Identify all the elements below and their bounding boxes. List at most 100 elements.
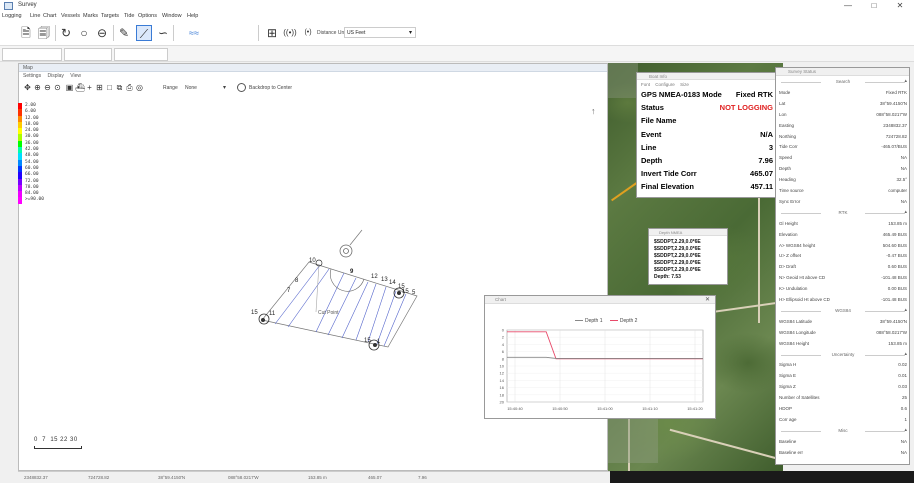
status-row: Gl Height 153.85 m	[779, 220, 907, 228]
tab-box-1[interactable]	[2, 48, 62, 61]
corner-label-left-b: 11	[269, 311, 276, 317]
status-lat: 38°59.4150'N	[158, 475, 186, 480]
menu-tide[interactable]: Tide	[124, 13, 135, 19]
line-label-8: 8	[295, 278, 299, 284]
menu-vessels[interactable]: Vessels	[61, 13, 80, 19]
line-tool-icon[interactable]: ⟋	[136, 25, 152, 41]
distance-unit-select[interactable]: US Feet ▾	[344, 27, 416, 38]
nmea-depth: Depth: 7.53	[654, 274, 681, 280]
menu-logging[interactable]: Logging	[2, 13, 22, 19]
menu-line[interactable]: Line	[30, 13, 40, 19]
menu-targets[interactable]: Targets	[101, 13, 119, 19]
collapse-icon[interactable]: ▴	[904, 78, 907, 84]
road	[669, 428, 777, 460]
status-row: Corr age 1	[779, 416, 907, 424]
collapse-icon[interactable]: ▴	[904, 351, 907, 357]
line-label-9: 9	[350, 269, 354, 275]
tab-box-2[interactable]	[64, 48, 112, 61]
line-label-12: 12	[371, 274, 378, 280]
y-tick-label: 16	[500, 385, 505, 390]
waveform-icon[interactable]: ≈≈	[177, 25, 211, 41]
depth-nmea-window: Depth NMEA $SDDPT,2.29,0.0*6E $SDDPT,2.2…	[648, 228, 728, 285]
circle-icon[interactable]: ○	[76, 25, 92, 41]
status-key: Corr age	[779, 416, 797, 422]
boat-info-title: Boat Info	[649, 74, 668, 79]
status-row: Baseline NA	[779, 438, 907, 446]
status-value: 38°59.4150'N	[879, 318, 907, 324]
status-value: 0.01	[898, 373, 907, 379]
maximize-button[interactable]: □	[862, 1, 886, 11]
status-row: Sigma Z 0.03	[779, 383, 907, 391]
corner-label-right-b: 5	[412, 290, 416, 296]
boat-info-menu-font[interactable]: Font	[641, 82, 650, 87]
tab-box-3[interactable]	[114, 48, 168, 61]
collapse-icon[interactable]: ▴	[904, 307, 907, 313]
status-value: 32.5°	[896, 177, 907, 183]
grid-target-icon[interactable]: ⊞	[264, 25, 280, 41]
boat-info-row: GPS NMEA-0183 Mode Fixed RTK	[641, 90, 773, 100]
status-value: 0.03	[898, 384, 907, 390]
x-tick-label: 15:41:00	[597, 406, 613, 411]
toolbar-separator	[55, 25, 56, 41]
document-icon[interactable]: 🗎	[18, 25, 34, 41]
status-value: 724728.82	[885, 133, 907, 139]
boat-info-menu-configure[interactable]: Configure	[655, 82, 675, 87]
x-tick-label: 15:41:10	[642, 406, 658, 411]
status-key: Number of Satellites	[779, 395, 820, 401]
boat-info-value: 3	[768, 142, 773, 152]
status-row: H> Ellipsoid Ht above CD -101.48 BUS	[779, 296, 907, 304]
circle-arrow-icon[interactable]: ↻	[58, 25, 74, 41]
menu-chart[interactable]: Chart	[43, 13, 56, 19]
status-row: Northing 724728.82	[779, 133, 907, 141]
boat-info-menu-size[interactable]: Size	[680, 82, 689, 87]
menu-help[interactable]: Help	[187, 13, 198, 19]
broadcast-icon[interactable]: ((•))	[282, 25, 298, 41]
status-row: Sigma H 0.02	[779, 361, 907, 369]
depth-chart-plot[interactable]: 0 2 4 6 8 10 12 14 16 18 2015:40:40 15:40:50 15:41:0…	[485, 296, 717, 420]
boat-info-window: Boat Info Font Configure Size GPS NMEA-0…	[636, 72, 776, 198]
section-divider	[781, 310, 821, 312]
status-key: Lon	[779, 111, 787, 117]
corner-label-bottom: 15	[364, 338, 371, 344]
boat-info-row: Line 3	[641, 143, 773, 153]
status-key: HDOP	[779, 406, 793, 411]
status-value: NA	[900, 438, 907, 444]
boat-info-value: NOT LOGGING	[719, 103, 773, 113]
distance-unit-value: US Feet	[347, 30, 366, 36]
boat-info-row: Final Elevation 457.11	[641, 182, 773, 192]
y-tick-label: 6	[502, 349, 505, 354]
corner-label-bottom-b: 1	[377, 339, 381, 345]
toolbar-separator	[113, 25, 114, 41]
status-value: -101.48 BUS	[881, 297, 907, 302]
status-row: Easting 2348832.37	[779, 122, 907, 130]
status-row: Number of Satellites 25	[779, 394, 907, 402]
depth-legend: 2.00 6.00 12.00 18.00 24.00 30.00 36.00 42.00 48…	[18, 103, 58, 204]
menu-window[interactable]: Window	[162, 13, 182, 19]
status-row: K> Undulation 0.00 BUS	[779, 285, 907, 293]
section-divider	[781, 82, 821, 83]
pencil-line-icon[interactable]: ✎	[116, 25, 132, 41]
status-row: Heading 32.5°	[779, 176, 907, 184]
minimize-button[interactable]: —	[836, 1, 860, 11]
status-value: -465.07/BUS	[881, 144, 907, 150]
circle-minus-icon[interactable]: ⊖	[94, 25, 110, 41]
status-key: N> Geoid Ht above CD	[779, 275, 826, 281]
boat-info-value: 7.96	[758, 156, 773, 165]
section-divider	[865, 430, 905, 432]
collapse-icon[interactable]: ▴	[904, 209, 907, 215]
document-list-icon[interactable]: 🗐	[36, 25, 52, 41]
depth-nmea-header: Depth NMEA	[649, 229, 727, 236]
status-lon: 088°58.0217'W	[228, 475, 259, 480]
status-row: Lon 088°58.0217'W	[779, 111, 907, 119]
y-tick-label: 4	[502, 342, 505, 347]
cut-point-label: Cut Point	[318, 310, 339, 316]
close-button[interactable]: ✕	[888, 1, 912, 11]
menu-options[interactable]: Options	[138, 13, 157, 19]
curve-tool-icon[interactable]: ∽	[155, 25, 171, 41]
status-row: Time source computer	[779, 187, 907, 195]
chevron-down-icon: ▾	[408, 30, 412, 36]
broadcast-small-icon[interactable]: (•)	[300, 25, 316, 41]
menu-marks[interactable]: Marks	[83, 13, 98, 19]
collapse-icon[interactable]: ▴	[904, 427, 907, 433]
status-key: Sigma Z	[779, 384, 796, 390]
